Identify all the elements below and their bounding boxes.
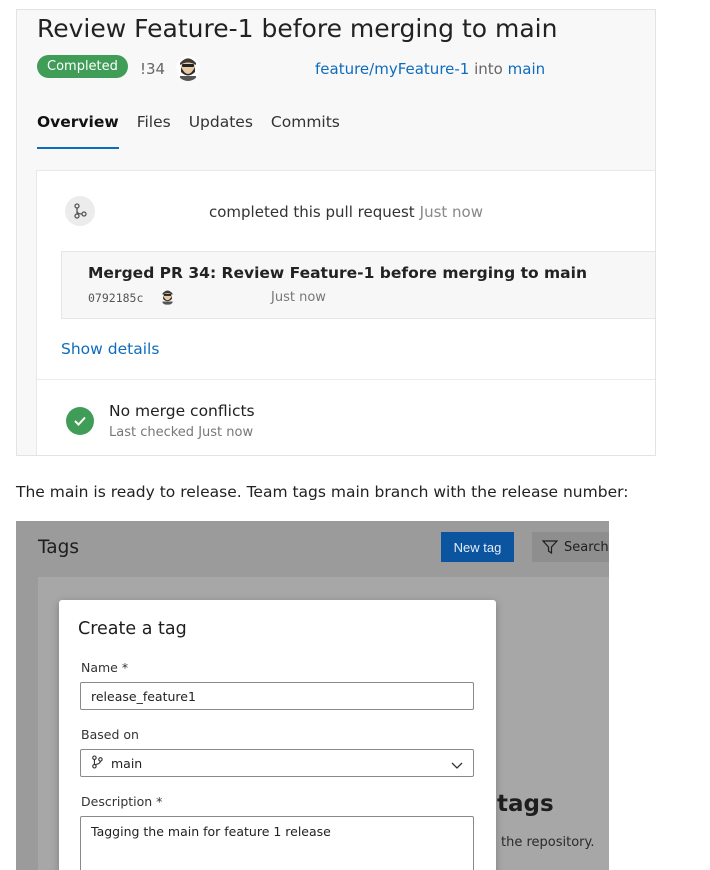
- page-title: Tags: [38, 537, 79, 558]
- timeline-card: completed this pull request Just now Merg…: [36, 170, 655, 455]
- pr-number[interactable]: !34: [140, 60, 165, 78]
- pull-request-panel: Review Feature-1 before merging to main …: [16, 9, 656, 456]
- search-input[interactable]: Search t: [532, 532, 609, 562]
- divider: [37, 379, 655, 380]
- new-tag-button[interactable]: New tag: [441, 532, 514, 562]
- tags-panel: Tags New tag Search t tags the repositor…: [16, 521, 609, 870]
- filter-icon: [542, 540, 558, 554]
- pull-request-icon: [65, 196, 95, 226]
- target-branch-link[interactable]: main: [508, 60, 545, 78]
- based-on-value: main: [111, 755, 143, 771]
- merge-commit-box: Merged PR 34: Review Feature-1 before me…: [61, 251, 655, 319]
- event-text: completed this pull request: [209, 203, 415, 221]
- pr-title: Review Feature-1 before merging to main: [37, 14, 558, 43]
- based-on-select[interactable]: main: [80, 749, 474, 777]
- merge-conflicts-title: No merge conflicts: [109, 402, 255, 420]
- chevron-down-icon: [451, 758, 463, 773]
- tab-updates[interactable]: Updates: [189, 113, 253, 149]
- status-badge: Completed: [37, 55, 128, 78]
- caption-text: The main is ready to release. Team tags …: [16, 483, 629, 501]
- merge-conflicts-subtitle: Last checked Just now: [109, 425, 254, 440]
- branch-icon: [91, 754, 103, 772]
- source-branch-link[interactable]: feature/myFeature-1: [315, 60, 469, 78]
- into-text: into: [474, 60, 503, 78]
- pr-tabs: Overview Files Updates Commits: [37, 113, 358, 149]
- author-avatar[interactable]: [176, 55, 200, 81]
- branch-line: feature/myFeature-1 into main: [315, 60, 545, 78]
- completed-event: completed this pull request Just now: [209, 203, 483, 221]
- tab-commits[interactable]: Commits: [271, 113, 340, 149]
- tab-overview[interactable]: Overview: [37, 113, 119, 149]
- name-label: Name *: [81, 660, 129, 675]
- dialog-title: Create a tag: [78, 619, 187, 639]
- commit-author-avatar: [160, 288, 175, 305]
- description-label: Description *: [81, 794, 163, 809]
- check-icon: [66, 407, 94, 435]
- based-on-label: Based on: [81, 727, 139, 742]
- tab-files[interactable]: Files: [137, 113, 171, 149]
- empty-state-subtitle: the repository.: [501, 835, 595, 850]
- commit-hash[interactable]: 0792185c: [88, 291, 143, 305]
- merge-time: Just now: [271, 290, 326, 305]
- show-details-link[interactable]: Show details: [61, 340, 159, 358]
- name-field[interactable]: release_feature1: [80, 682, 474, 710]
- create-tag-dialog: Create a tag Name * release_feature1 Bas…: [59, 600, 496, 870]
- event-time: Just now: [419, 203, 484, 221]
- merge-title: Merged PR 34: Review Feature-1 before me…: [88, 264, 587, 282]
- description-field[interactable]: Tagging the main for feature 1 release: [80, 816, 474, 870]
- search-placeholder: Search t: [564, 539, 609, 555]
- empty-state-title: tags: [497, 791, 554, 817]
